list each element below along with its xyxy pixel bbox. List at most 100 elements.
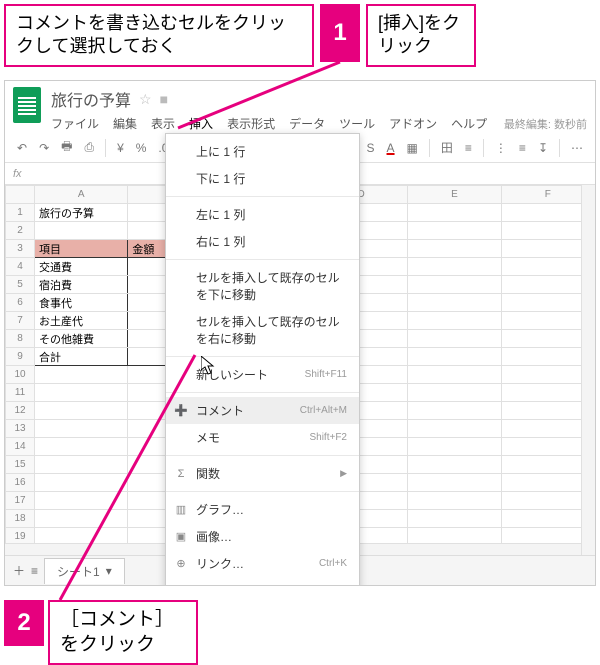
- column-header-E[interactable]: E: [408, 186, 501, 204]
- cell-A5[interactable]: 宿泊費: [35, 276, 128, 294]
- menu-item-左に 1 列[interactable]: 左に 1 列: [166, 201, 359, 228]
- row-header-4[interactable]: 4: [6, 258, 35, 276]
- menu-ヘルプ[interactable]: ヘルプ: [451, 115, 487, 132]
- menu-item-コメント[interactable]: ➕コメントCtrl+Alt+M: [166, 397, 359, 424]
- cell-A1[interactable]: 旅行の予算: [35, 204, 128, 222]
- folder-icon[interactable]: ■: [160, 91, 168, 107]
- cell-A8[interactable]: その他雑費: [35, 330, 128, 348]
- row-header-18[interactable]: 18: [6, 510, 35, 528]
- cell-A15[interactable]: [35, 456, 128, 474]
- cell-A9[interactable]: 合計: [35, 348, 128, 366]
- row-header-6[interactable]: 6: [6, 294, 35, 312]
- menu-表示[interactable]: 表示: [151, 115, 175, 132]
- cell-A12[interactable]: [35, 402, 128, 420]
- row-header-7[interactable]: 7: [6, 312, 35, 330]
- cell-E1[interactable]: [408, 204, 501, 222]
- menu-item-関数[interactable]: Σ関数▶: [166, 460, 359, 487]
- menu-アドオン[interactable]: アドオン: [389, 115, 437, 132]
- row-header-3[interactable]: 3: [6, 240, 35, 258]
- column-header-A[interactable]: A: [35, 186, 128, 204]
- cell-E18[interactable]: [408, 510, 501, 528]
- cell-E5[interactable]: [408, 276, 501, 294]
- redo-button[interactable]: ↷: [35, 139, 53, 157]
- cell-E8[interactable]: [408, 330, 501, 348]
- sheet-tab-menu-icon[interactable]: ▾: [106, 564, 112, 578]
- menu-挿入[interactable]: 挿入: [189, 115, 213, 132]
- cell-E13[interactable]: [408, 420, 501, 438]
- menu-item-フォーム…[interactable]: ▭フォーム…: [166, 577, 359, 586]
- more-button[interactable]: ⋯: [567, 139, 587, 157]
- fill-color-button[interactable]: ▦: [403, 139, 422, 157]
- cell-A18[interactable]: [35, 510, 128, 528]
- cell-E7[interactable]: [408, 312, 501, 330]
- cell-E9[interactable]: [408, 348, 501, 366]
- cell-E11[interactable]: [408, 384, 501, 402]
- sheets-logo-icon[interactable]: [13, 87, 41, 123]
- undo-button[interactable]: ↶: [13, 139, 31, 157]
- cell-E2[interactable]: [408, 222, 501, 240]
- row-header-2[interactable]: 2: [6, 222, 35, 240]
- menu-item-リンク…[interactable]: ⊕リンク…Ctrl+K: [166, 550, 359, 577]
- cell-E16[interactable]: [408, 474, 501, 492]
- menu-編集[interactable]: 編集: [113, 115, 137, 132]
- cell-A14[interactable]: [35, 438, 128, 456]
- menu-ファイル[interactable]: ファイル: [51, 115, 99, 132]
- row-header-16[interactable]: 16: [6, 474, 35, 492]
- menu-item-セルを挿入して既存のセルを右に移動[interactable]: セルを挿入して既存のセルを右に移動: [166, 308, 359, 352]
- cell-A17[interactable]: [35, 492, 128, 510]
- menu-item-画像…[interactable]: ▣画像…: [166, 523, 359, 550]
- halign-button[interactable]: ⋮: [491, 139, 511, 157]
- cell-E14[interactable]: [408, 438, 501, 456]
- cell-A11[interactable]: [35, 384, 128, 402]
- row-header-11[interactable]: 11: [6, 384, 35, 402]
- cell-A10[interactable]: [35, 366, 128, 384]
- cell-E17[interactable]: [408, 492, 501, 510]
- add-sheet-button[interactable]: ＋: [13, 562, 25, 579]
- cell-E15[interactable]: [408, 456, 501, 474]
- cell-E6[interactable]: [408, 294, 501, 312]
- cell-A4[interactable]: 交通費: [35, 258, 128, 276]
- document-title[interactable]: 旅行の予算: [51, 87, 131, 111]
- menu-データ[interactable]: データ: [289, 115, 325, 132]
- all-sheets-button[interactable]: ≡: [31, 564, 38, 578]
- menu-item-新しいシート[interactable]: 新しいシートShift+F11: [166, 361, 359, 388]
- star-icon[interactable]: ☆: [139, 91, 152, 108]
- row-header-17[interactable]: 17: [6, 492, 35, 510]
- percent-button[interactable]: %: [132, 139, 151, 157]
- cell-E3[interactable]: [408, 240, 501, 258]
- menu-item-メモ[interactable]: メモShift+F2: [166, 424, 359, 451]
- vertical-scrollbar[interactable]: [581, 185, 595, 555]
- row-header-14[interactable]: 14: [6, 438, 35, 456]
- cell-E12[interactable]: [408, 402, 501, 420]
- menu-ツール[interactable]: ツール: [339, 115, 375, 132]
- menu-item-セルを挿入して既存のセルを下に移動[interactable]: セルを挿入して既存のセルを下に移動: [166, 264, 359, 308]
- valign-button[interactable]: ≡: [515, 139, 530, 157]
- row-header-13[interactable]: 13: [6, 420, 35, 438]
- sheet-tab-1[interactable]: シート1 ▾: [44, 558, 125, 584]
- wrap-button[interactable]: ↧: [534, 139, 552, 157]
- row-header-8[interactable]: 8: [6, 330, 35, 348]
- row-header-12[interactable]: 12: [6, 402, 35, 420]
- menu-item-右に 1 列[interactable]: 右に 1 列: [166, 228, 359, 255]
- cell-A7[interactable]: お土産代: [35, 312, 128, 330]
- cell-A13[interactable]: [35, 420, 128, 438]
- menu-item-上に 1 行[interactable]: 上に 1 行: [166, 138, 359, 165]
- cell-E4[interactable]: [408, 258, 501, 276]
- paint-button[interactable]: ⎙: [80, 138, 98, 157]
- text-color-button[interactable]: A: [383, 139, 399, 157]
- menu-item-下に 1 行[interactable]: 下に 1 行: [166, 165, 359, 192]
- currency-button[interactable]: ¥: [113, 139, 128, 157]
- cell-A16[interactable]: [35, 474, 128, 492]
- cell-A3[interactable]: 項目: [35, 240, 128, 258]
- merge-button[interactable]: ≡: [461, 139, 476, 157]
- row-header-9[interactable]: 9: [6, 348, 35, 366]
- strike-button[interactable]: S: [363, 139, 379, 157]
- borders-button[interactable]: 田: [437, 137, 457, 158]
- row-header-10[interactable]: 10: [6, 366, 35, 384]
- row-header-5[interactable]: 5: [6, 276, 35, 294]
- menu-item-グラフ…[interactable]: ▥グラフ…: [166, 496, 359, 523]
- cell-E10[interactable]: [408, 366, 501, 384]
- row-header-1[interactable]: 1: [6, 204, 35, 222]
- row-header-15[interactable]: 15: [6, 456, 35, 474]
- cell-A2[interactable]: [35, 222, 128, 240]
